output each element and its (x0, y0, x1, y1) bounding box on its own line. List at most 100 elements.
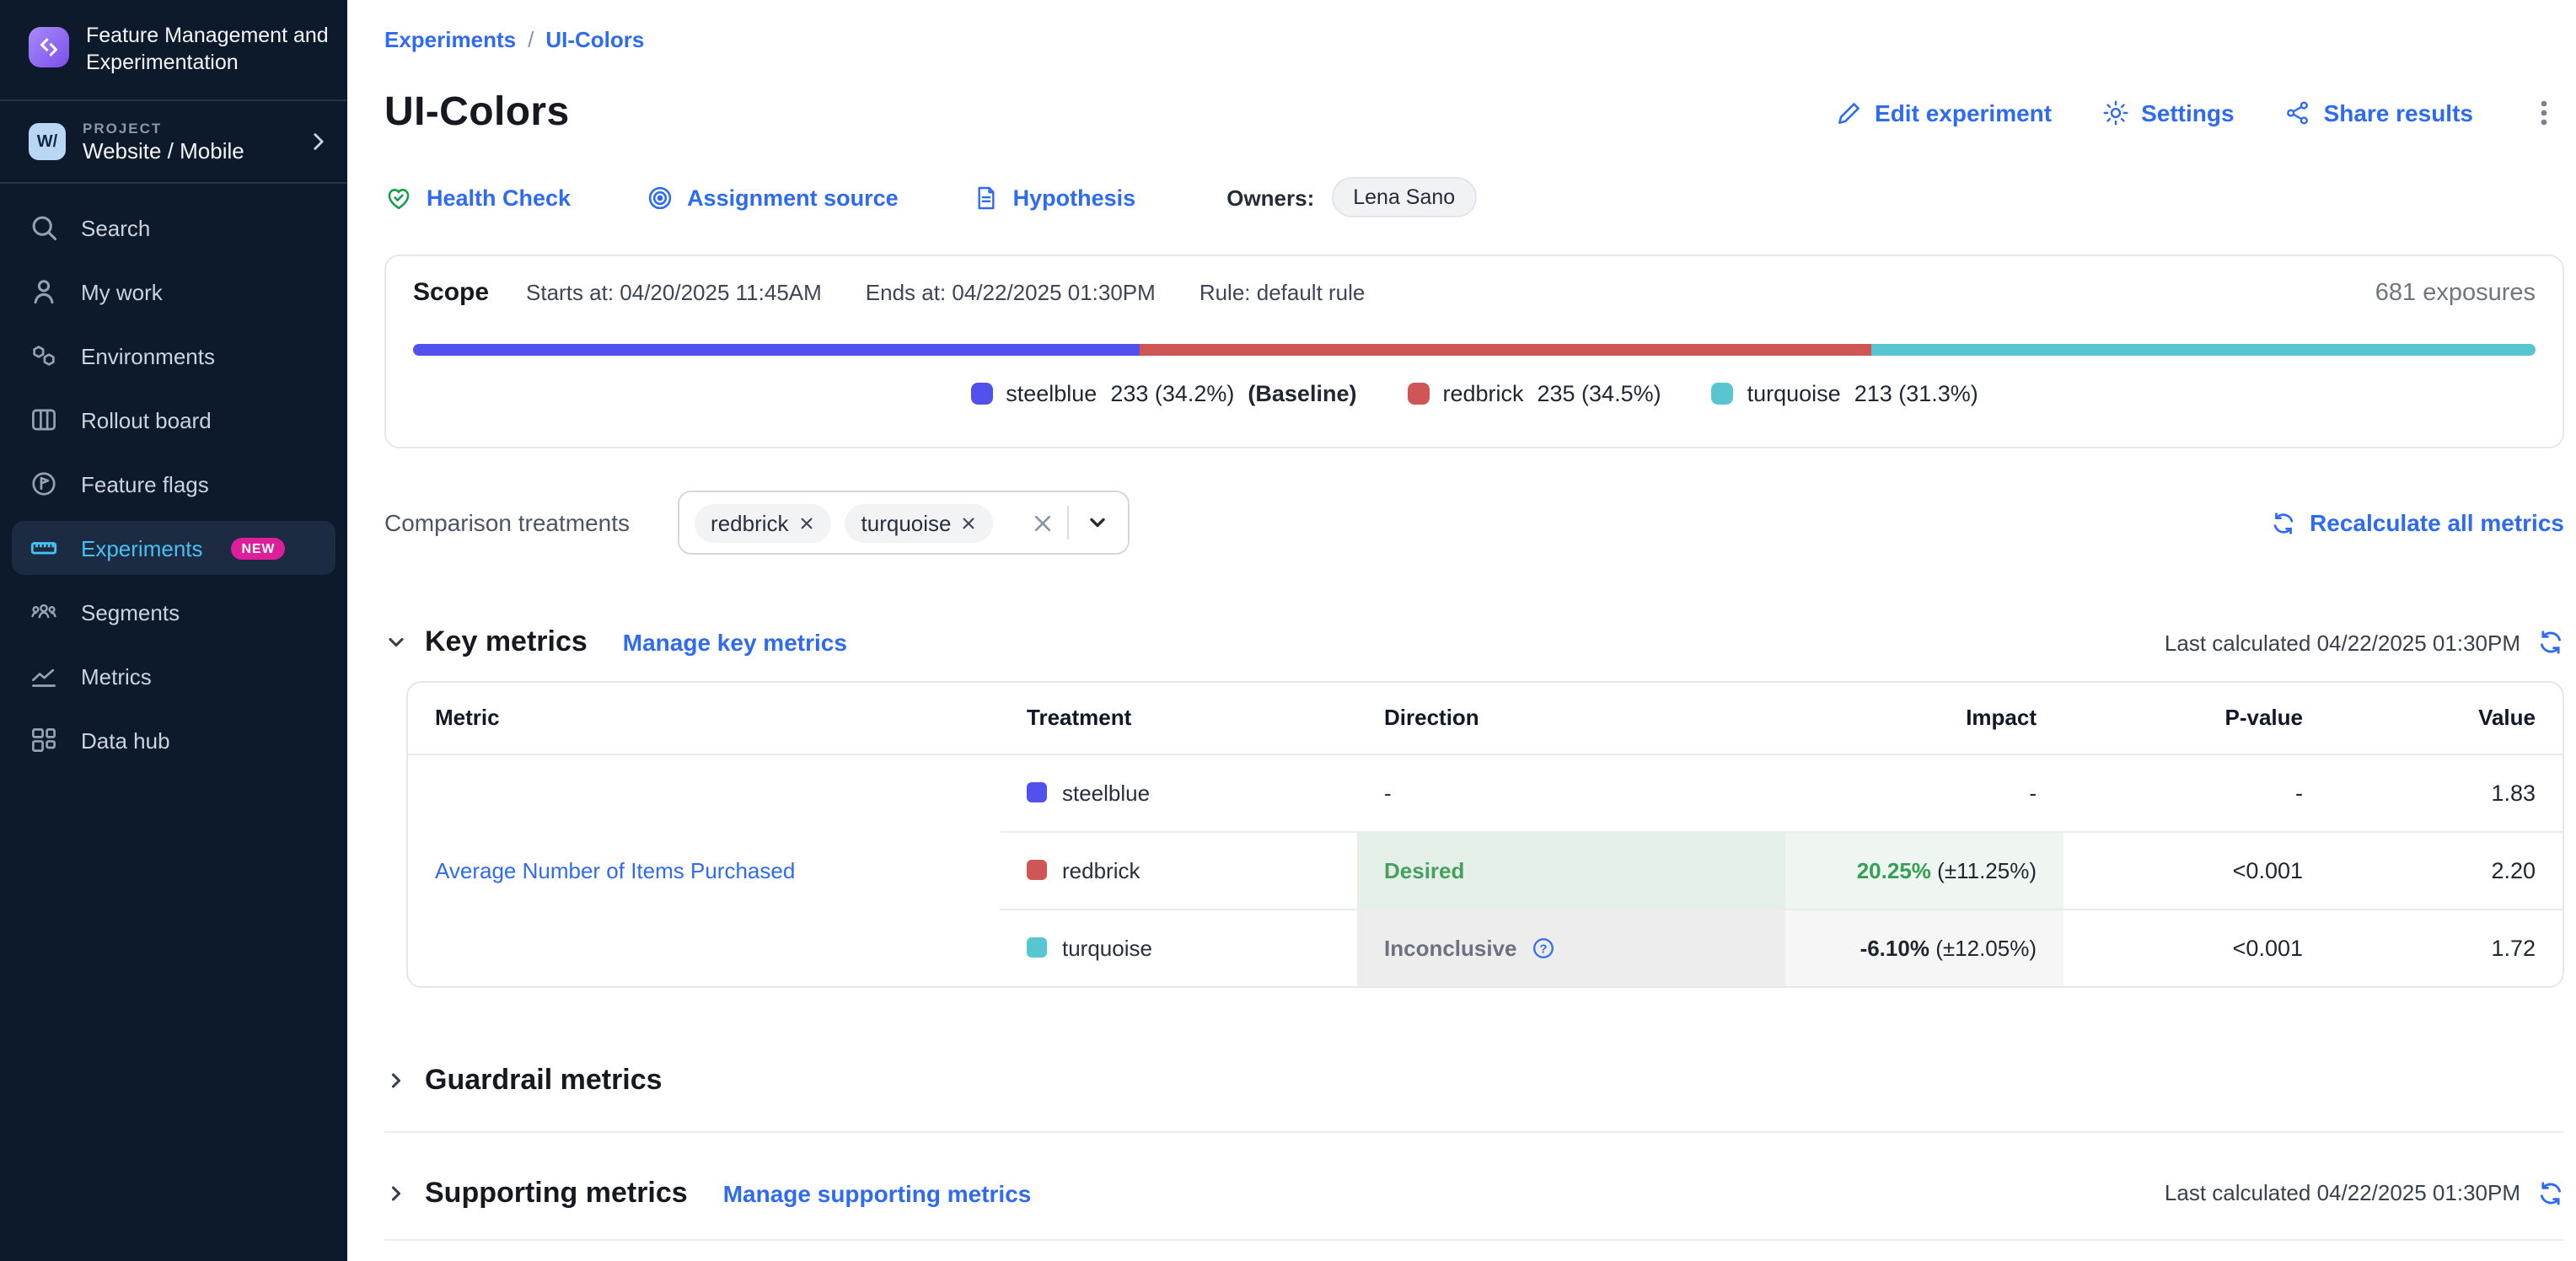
product-logo-row[interactable]: Feature Management and Experimentation (0, 0, 347, 99)
sidebar-item-environments[interactable]: Environments (12, 329, 335, 383)
target-icon (645, 183, 674, 212)
sidebar-item-rollout-board[interactable]: Rollout board (12, 393, 335, 447)
assignment-source-link[interactable]: Assignment source (645, 183, 899, 212)
sidebar: Feature Management and Experimentation W… (0, 0, 347, 1261)
sidebar-item-my-work[interactable]: My work (12, 265, 335, 319)
comparison-row: Comparison treatments redbrick turquoise (384, 491, 2564, 555)
edit-experiment-button[interactable]: Edit experiment (1836, 99, 2052, 126)
help-question-icon[interactable]: ? (1531, 935, 1556, 960)
exposures-count: 681 exposures (2375, 279, 2536, 306)
redbrick-swatch (1407, 383, 1429, 405)
manage-key-metrics-link[interactable]: Manage key metrics (623, 629, 847, 656)
sidebar-item-label: Search (81, 215, 150, 240)
share-icon (2285, 99, 2312, 126)
breadcrumb-current-link[interactable]: UI-Colors (545, 27, 644, 52)
sidebar-item-label: Experiments (81, 535, 203, 561)
direction-cell-inconclusive: Inconclusive ? (1357, 909, 1785, 985)
settings-button[interactable]: Settings (2102, 99, 2234, 126)
project-overline: PROJECT (83, 120, 290, 137)
refresh-icon[interactable] (2537, 629, 2564, 656)
user-icon (29, 276, 59, 307)
sidebar-item-data-hub[interactable]: Data hub (12, 713, 335, 767)
legend-item-redbrick: redbrick 235 (34.5%) (1407, 381, 1661, 406)
guardrail-metrics-header: Guardrail metrics (384, 1063, 2564, 1097)
share-results-button[interactable]: Share results (2285, 99, 2473, 126)
pencil-icon (1836, 99, 1863, 126)
owner-chip[interactable]: Lena Sano (1331, 177, 1477, 217)
scope-card: Scope Starts at: 04/20/2025 11:45AM Ends… (384, 255, 2564, 448)
supporting-metrics-last-calculated: Last calculated 04/22/2025 01:30PM (2165, 1179, 2564, 1206)
direction-cell: - (1357, 754, 1785, 831)
turquoise-swatch (1027, 937, 1047, 958)
treatment-legend: steelblue 233 (34.2%) (Baseline) redbric… (413, 381, 2536, 406)
sidebar-item-metrics[interactable]: Metrics (12, 649, 335, 703)
project-switcher[interactable]: W/ PROJECT Website / Mobile (0, 101, 347, 182)
sidebar-item-label: Metrics (81, 663, 152, 689)
chevron-down-icon[interactable] (1081, 511, 1112, 534)
p-value-cell: - (2063, 754, 2330, 831)
sidebar-item-search[interactable]: Search (12, 201, 335, 255)
bar-segment-turquoise (1871, 344, 2536, 356)
manage-supporting-metrics-link[interactable]: Manage supporting metrics (723, 1179, 1032, 1206)
expand-chevron-right-icon[interactable] (384, 1181, 408, 1205)
hypothesis-link[interactable]: Hypothesis (973, 183, 1136, 212)
flag-circle-icon (29, 469, 59, 499)
app-window: Feature Management and Experimentation W… (0, 0, 2576, 1261)
breadcrumb-experiments-link[interactable]: Experiments (384, 27, 516, 52)
p-value-cell: <0.001 (2063, 909, 2330, 985)
heart-check-icon (384, 183, 413, 212)
expand-chevron-right-icon[interactable] (384, 1068, 408, 1092)
col-p-value: P-value (2063, 683, 2330, 754)
sidebar-item-label: Environments (81, 343, 215, 368)
turquoise-swatch (1712, 383, 1734, 405)
comparison-treatments-select[interactable]: redbrick turquoise (677, 491, 1129, 555)
key-metrics-header: Key metrics Manage key metrics Last calc… (384, 625, 2564, 659)
recalculate-all-metrics-button[interactable]: Recalculate all metrics (2271, 509, 2564, 536)
sidebar-item-feature-flags[interactable]: Feature flags (12, 457, 335, 511)
hexagons-icon (29, 341, 59, 371)
steelblue-swatch (970, 383, 992, 405)
scope-title: Scope (413, 278, 489, 307)
remove-chip-icon[interactable] (799, 515, 814, 530)
section-divider (384, 1130, 2564, 1132)
sidebar-nav: Search My work Environments Rollout boar… (0, 184, 347, 794)
exposure-distribution-bar (413, 344, 2536, 356)
col-value: Value (2330, 683, 2563, 754)
product-logo-icon (29, 27, 69, 67)
col-treatment: Treatment (1000, 683, 1357, 754)
value-cell: 2.20 (2330, 831, 2563, 909)
page-actions: Edit experiment Settings Share results (1836, 98, 2564, 128)
col-direction: Direction (1357, 683, 1785, 754)
collapse-chevron-down-icon[interactable] (384, 630, 408, 654)
value-cell: 1.72 (2330, 909, 2563, 985)
chip-turquoise: turquoise (845, 503, 994, 542)
scope-ends-at: Ends at: 04/22/2025 01:30PM (866, 280, 1156, 305)
metric-name-link[interactable]: Average Number of Items Purchased (435, 857, 795, 883)
guardrail-metrics-title: Guardrail metrics (425, 1063, 663, 1097)
impact-cell: -6.10% (±12.05%) (1785, 909, 2063, 985)
refresh-icon[interactable] (2537, 1179, 2564, 1206)
more-options-kebab-icon[interactable] (2524, 98, 2564, 128)
bar-segment-steelblue (413, 344, 1139, 356)
impact-cell: 20.25% (±11.25%) (1785, 831, 2063, 909)
scope-starts-at: Starts at: 04/20/2025 11:45AM (526, 280, 822, 305)
ruler-icon (29, 533, 59, 563)
sidebar-item-segments[interactable]: Segments (12, 585, 335, 639)
main-content: Experiments / UI-Colors UI-Colors Edit e… (347, 0, 2576, 1261)
steelblue-swatch (1027, 782, 1047, 802)
breadcrumb-separator: / (528, 27, 534, 52)
key-metrics-table: Metric Treatment Direction Impact P-valu… (408, 683, 2563, 985)
quick-links-row: Health Check Assignment source Hypothesi… (384, 177, 2564, 217)
new-badge: NEW (232, 537, 286, 559)
clear-selection-icon[interactable] (1031, 512, 1053, 534)
remove-chip-icon[interactable] (962, 515, 977, 530)
sidebar-item-experiments[interactable]: Experiments NEW (12, 521, 335, 575)
health-check-link[interactable]: Health Check (384, 183, 571, 212)
breadcrumb: Experiments / UI-Colors (384, 27, 2564, 52)
board-columns-icon (29, 405, 59, 435)
baseline-label: (Baseline) (1248, 381, 1356, 406)
scope-rule: Rule: default rule (1199, 280, 1366, 305)
select-divider (1066, 506, 1068, 539)
sidebar-item-label: Feature flags (81, 471, 209, 496)
comparison-treatments-label: Comparison treatments (384, 509, 630, 536)
